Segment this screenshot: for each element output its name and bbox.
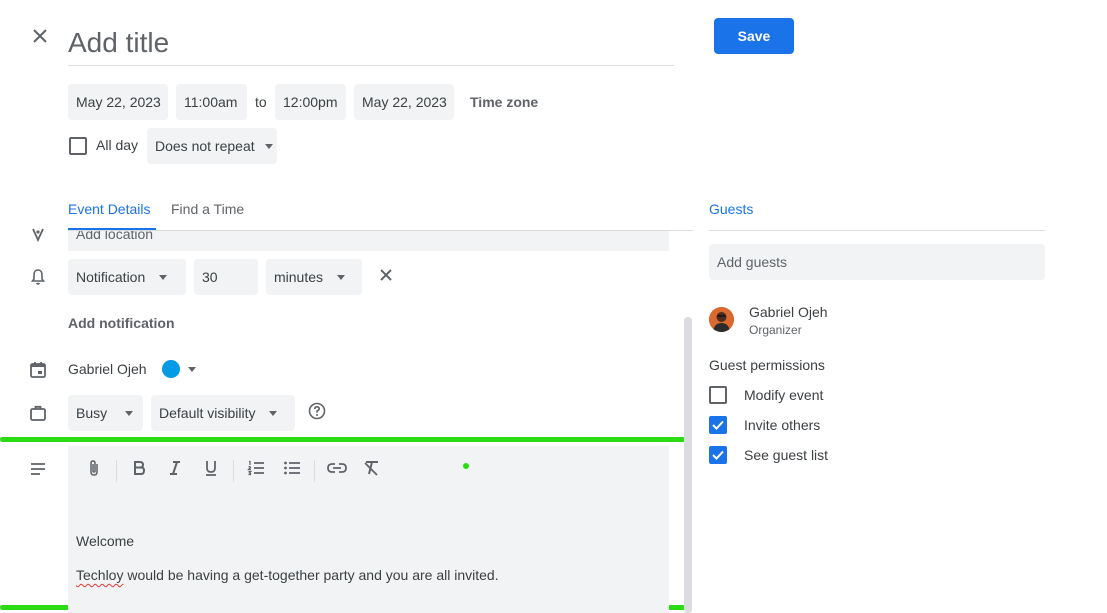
- remove-notification-button[interactable]: [374, 265, 398, 289]
- description-icon: [26, 457, 50, 481]
- guest-permissions-title: Guest permissions: [709, 357, 825, 373]
- link-button[interactable]: [323, 458, 351, 482]
- underline-button[interactable]: [197, 458, 225, 482]
- close-icon: [379, 268, 393, 287]
- chevron-down-icon: [159, 274, 168, 280]
- clear-formatting-button[interactable]: [358, 458, 386, 482]
- bell-icon: [26, 265, 50, 289]
- toolbar-divider: [116, 460, 117, 482]
- underline-icon: [204, 459, 218, 482]
- calendar-icon: [26, 358, 50, 382]
- avatar: [709, 307, 734, 332]
- misspelled-word: Techloy: [76, 567, 124, 583]
- organizer-name: Gabriel Ojeh: [749, 304, 828, 320]
- scrollbar[interactable]: [684, 317, 692, 613]
- chevron-down-icon: [188, 366, 196, 372]
- visibility-value: Default visibility: [159, 405, 256, 421]
- see-guest-list-checkbox[interactable]: [709, 446, 727, 464]
- cursor-dot: [463, 463, 469, 469]
- description-line-2: Techloy would be having a get-together p…: [76, 567, 499, 583]
- notification-amount-input[interactable]: 30: [194, 259, 258, 295]
- add-guests-input[interactable]: [709, 244, 1045, 280]
- clear-formatting-icon: [363, 460, 381, 481]
- location-placeholder: Add location: [76, 231, 154, 242]
- toolbar-divider: [233, 460, 234, 482]
- numbered-list-icon: [246, 460, 265, 481]
- check-icon: [712, 420, 724, 430]
- calendar-owner: Gabriel Ojeh: [68, 361, 147, 377]
- paperclip-icon: [87, 459, 101, 482]
- to-label: to: [255, 94, 267, 110]
- tab-guests[interactable]: Guests: [709, 198, 753, 220]
- save-button[interactable]: Save: [714, 18, 794, 54]
- permission-label: Invite others: [744, 417, 821, 433]
- check-icon: [712, 450, 724, 460]
- attach-button[interactable]: [80, 458, 108, 482]
- modify-event-checkbox[interactable]: [709, 386, 727, 404]
- calendar-color-picker[interactable]: [162, 360, 196, 378]
- description-editor[interactable]: Welcome Techloy would be having a get-to…: [68, 446, 669, 613]
- end-date-picker[interactable]: May 22, 2023: [354, 84, 454, 120]
- permission-invite-others[interactable]: Invite others: [709, 416, 820, 434]
- time-zone-button[interactable]: Time zone: [470, 84, 538, 120]
- repeat-value: Does not repeat: [155, 138, 255, 154]
- permission-see-guest-list[interactable]: See guest list: [709, 446, 828, 464]
- color-swatch: [162, 360, 180, 378]
- chevron-down-icon: [125, 410, 134, 416]
- all-day-checkbox[interactable]: [69, 137, 87, 155]
- permission-label: Modify event: [744, 387, 824, 403]
- bulleted-list-button[interactable]: [278, 458, 306, 482]
- close-button[interactable]: [26, 24, 54, 52]
- all-day-label: All day: [96, 137, 139, 153]
- organizer-role: Organizer: [749, 323, 802, 337]
- end-time-picker[interactable]: 12:00pm: [275, 84, 346, 120]
- close-icon: [32, 28, 48, 49]
- italic-button[interactable]: [161, 458, 189, 482]
- chevron-down-icon: [337, 274, 346, 280]
- chevron-down-icon: [264, 143, 273, 149]
- add-notification-button[interactable]: Add notification: [68, 315, 175, 331]
- italic-icon: [168, 460, 182, 481]
- visibility-dropdown[interactable]: Default visibility: [151, 395, 295, 431]
- help-button[interactable]: [305, 401, 329, 425]
- toolbar-divider: [314, 460, 315, 482]
- permission-modify-event[interactable]: Modify event: [709, 386, 823, 404]
- description-line-1: Welcome: [76, 533, 135, 549]
- repeat-dropdown[interactable]: Does not repeat: [147, 128, 277, 164]
- notification-unit-dropdown[interactable]: minutes: [266, 259, 362, 295]
- link-icon: [327, 461, 347, 479]
- help-icon: [308, 402, 326, 425]
- bold-button[interactable]: [125, 458, 153, 482]
- description-line-2-rest: would be having a get-together party and…: [123, 567, 499, 583]
- chevron-down-icon: [269, 410, 278, 416]
- notification-type-dropdown[interactable]: Notification: [68, 259, 186, 295]
- briefcase-icon: [26, 401, 50, 425]
- availability-value: Busy: [76, 405, 108, 421]
- start-time-picker[interactable]: 11:00am: [176, 84, 247, 120]
- event-title-input[interactable]: [68, 16, 674, 66]
- tab-event-details[interactable]: Event Details: [68, 198, 150, 220]
- location-icon: [26, 226, 50, 244]
- permission-label: See guest list: [744, 447, 829, 463]
- start-date-picker[interactable]: May 22, 2023: [68, 84, 168, 120]
- availability-dropdown[interactable]: Busy: [68, 395, 143, 431]
- guests-divider: [709, 230, 1045, 231]
- highlight-line-top: [0, 437, 686, 442]
- invite-others-checkbox[interactable]: [709, 416, 727, 434]
- notification-unit-value: minutes: [274, 269, 324, 285]
- bulleted-list-icon: [283, 460, 301, 481]
- tab-find-a-time[interactable]: Find a Time: [171, 198, 244, 220]
- location-input[interactable]: Add location: [68, 231, 669, 251]
- notification-type-value: Notification: [76, 269, 146, 285]
- bold-icon: [132, 460, 146, 481]
- numbered-list-button[interactable]: [242, 458, 270, 482]
